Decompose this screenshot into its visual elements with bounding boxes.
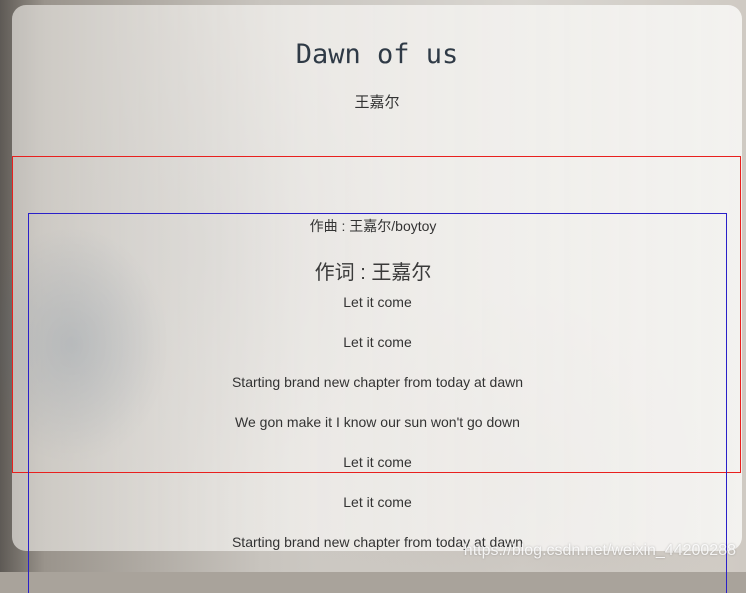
lyric-line: We gon make it I know our sun won't go d…	[235, 414, 520, 430]
lyric-line: Let it come	[343, 494, 412, 510]
song-title: Dawn of us	[295, 39, 459, 70]
lyric-line: Let it come	[343, 454, 412, 470]
song-artist: 王嘉尔	[354, 94, 400, 111]
watermark-url: https://blog.csdn.net/weixin_44200288	[463, 542, 736, 559]
lyric-line: Let it come	[343, 294, 412, 310]
lyric-line: Let it come	[343, 334, 412, 350]
lyricist-credit: 作词 : 王嘉尔	[314, 262, 432, 284]
lyric-line: Starting brand new chapter from today at…	[231, 374, 524, 390]
composer-credit: 作曲 : 王嘉尔/boytoy	[309, 218, 437, 234]
